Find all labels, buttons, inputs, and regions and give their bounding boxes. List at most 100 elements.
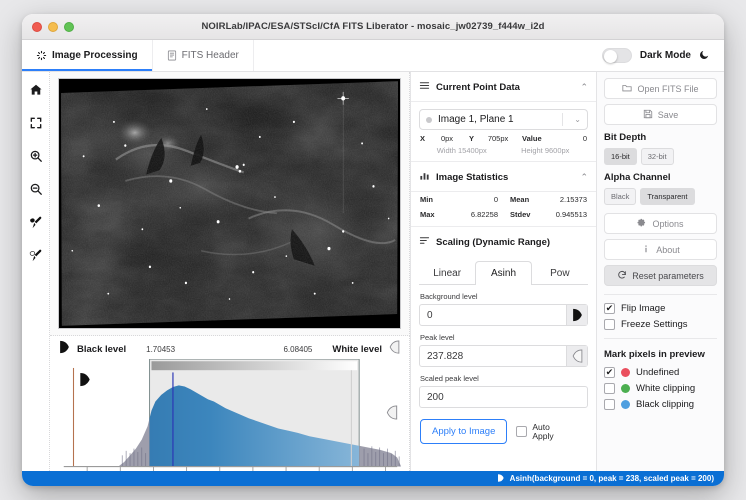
plane-select[interactable]: Image 1, Plane 1 ⌄	[419, 109, 588, 130]
button-label: Reset parameters	[632, 270, 704, 281]
center-column: Black level 1.70453 6.08405 White level	[50, 72, 410, 471]
zoom-in-icon[interactable]	[28, 148, 44, 164]
scaled-peak-level-field[interactable]	[419, 386, 588, 408]
mark-black-clipping-control[interactable]: Black clipping	[604, 399, 717, 410]
background-level-field[interactable]	[419, 304, 588, 326]
flip-image-label: Flip Image	[621, 302, 666, 314]
options-button[interactable]: Options	[604, 213, 717, 234]
fit-to-screen-icon[interactable]	[28, 115, 44, 131]
white-level-picker-icon[interactable]	[28, 247, 44, 263]
scaling-tab-pow[interactable]: Pow	[532, 261, 588, 284]
button-label: Save	[657, 109, 679, 120]
current-point-data-header[interactable]: Current Point Data ⌃	[411, 72, 596, 102]
freeze-settings-label: Freeze Settings	[621, 318, 688, 330]
peak-level-picker-button[interactable]	[566, 346, 587, 366]
black-level-value[interactable]: 1.70453	[132, 345, 175, 354]
background-level-picker-button[interactable]	[566, 305, 587, 325]
save-button[interactable]: Save	[604, 104, 717, 125]
alpha-transparent[interactable]: Transparent	[640, 188, 695, 205]
folder-open-icon	[622, 83, 633, 95]
value-label: Value	[522, 134, 542, 143]
black-clipping-color-swatch	[621, 400, 630, 409]
mark-white-clipping-control[interactable]: White clipping	[604, 383, 717, 394]
tab-fits-header[interactable]: FITS Header	[153, 40, 254, 71]
reset-parameters-button[interactable]: Reset parameters	[604, 265, 717, 286]
freeze-settings-checkbox[interactable]	[604, 319, 615, 330]
plane-bullet-icon	[426, 116, 432, 123]
flip-image-checkbox[interactable]	[604, 303, 615, 314]
image-dimensions: Width 15400px Height 9600px	[411, 145, 596, 161]
x-value: 0px	[440, 134, 454, 143]
image-preview-area	[50, 72, 410, 336]
mean-value: 2.15373	[559, 195, 587, 204]
histogram-chart[interactable]	[54, 359, 405, 471]
bit-depth-group: 16-bit 32-bit	[604, 148, 717, 165]
home-icon[interactable]	[28, 82, 44, 98]
about-button[interactable]: About	[604, 239, 717, 260]
maximize-button[interactable]	[64, 21, 74, 32]
histogram-zone: Black level 1.70453 6.08405 White level	[50, 336, 410, 471]
min-value: 0	[493, 195, 498, 204]
apply-row: Apply to Image Auto Apply	[411, 408, 596, 444]
chevron-up-icon[interactable]: ⌃	[580, 82, 588, 93]
scaling-tabs: Linear Asinh Pow	[419, 261, 588, 285]
chevron-down-icon[interactable]: ⌄	[569, 115, 581, 124]
tab-image-processing[interactable]: Image Processing	[22, 40, 153, 71]
dark-mode-toggle[interactable]	[601, 48, 632, 63]
chevron-up-icon[interactable]: ⌃	[580, 172, 588, 183]
white-level-slider-handle[interactable]	[385, 405, 399, 420]
mark-white-clipping-checkbox[interactable]	[604, 383, 615, 394]
scaling-tab-asinh[interactable]: Asinh	[475, 261, 532, 285]
auto-apply-control[interactable]: Auto Apply	[516, 421, 554, 441]
auto-apply-checkbox[interactable]	[516, 426, 528, 437]
scaling-header[interactable]: Scaling (Dynamic Range)	[411, 227, 596, 253]
background-level-input[interactable]	[420, 305, 566, 325]
min-label: Min	[420, 195, 433, 204]
peak-level-field[interactable]	[419, 345, 588, 367]
refresh-icon	[617, 270, 627, 282]
flip-image-control[interactable]: Flip Image	[604, 303, 717, 314]
select-divider	[562, 113, 564, 126]
button-label: Options	[652, 218, 684, 229]
button-label: Open FITS File	[637, 83, 699, 94]
window-title: NOIRLab/IPAC/ESA/STScI/CfA FITS Liberato…	[201, 21, 545, 32]
black-level-picker-icon[interactable]	[28, 214, 44, 230]
peak-level-input[interactable]	[420, 346, 566, 366]
window-controls	[22, 21, 74, 32]
mark-black-clipping-checkbox[interactable]	[604, 399, 615, 410]
list-icon	[419, 78, 430, 96]
alpha-black[interactable]: Black	[604, 188, 637, 205]
save-icon	[643, 109, 653, 121]
close-button[interactable]	[32, 21, 42, 32]
mark-undefined-checkbox[interactable]	[604, 367, 615, 378]
scaled-peak-level-input[interactable]	[420, 387, 587, 407]
black-level-slider-handle[interactable]	[78, 372, 92, 387]
apply-to-image-button[interactable]: Apply to Image	[420, 419, 508, 444]
bit-depth-32[interactable]: 32-bit	[640, 148, 674, 165]
max-value: 6.82258	[470, 210, 498, 219]
alpha-channel-group: Black Transparent	[604, 188, 717, 205]
dark-mode-control: Dark Mode	[601, 40, 724, 71]
point-coordinates: X 0px Y 705px Value 0	[411, 130, 596, 145]
stats-row-max: Max 6.82258 Stdev 0.945513	[411, 207, 596, 222]
open-fits-file-button[interactable]: Open FITS File	[604, 78, 717, 99]
black-level-handle-icon[interactable]	[58, 340, 71, 359]
white-level-handle-icon[interactable]	[388, 339, 401, 359]
zoom-out-icon[interactable]	[28, 181, 44, 197]
mark-undefined-control[interactable]: Undefined	[604, 367, 717, 378]
scaling-tab-linear[interactable]: Linear	[419, 261, 475, 284]
image-height: Height 9600px	[521, 146, 570, 155]
plane-select-value: Image 1, Plane 1	[438, 114, 514, 125]
image-statistics-header[interactable]: Image Statistics ⌃	[411, 161, 596, 192]
auto-apply-label: Auto Apply	[532, 421, 554, 441]
bit-depth-16[interactable]: 16-bit	[604, 148, 637, 165]
white-level-value[interactable]: 6.08405	[283, 345, 326, 354]
tab-label: Image Processing	[52, 50, 138, 61]
titlebar: NOIRLab/IPAC/ESA/STScI/CfA FITS Liberato…	[22, 14, 724, 40]
image-preview[interactable]	[58, 78, 401, 329]
section-title: Current Point Data	[436, 81, 520, 93]
minimize-button[interactable]	[48, 21, 58, 32]
undefined-color-swatch	[621, 368, 630, 377]
freeze-settings-control[interactable]: Freeze Settings	[604, 319, 717, 330]
divider	[604, 338, 717, 339]
